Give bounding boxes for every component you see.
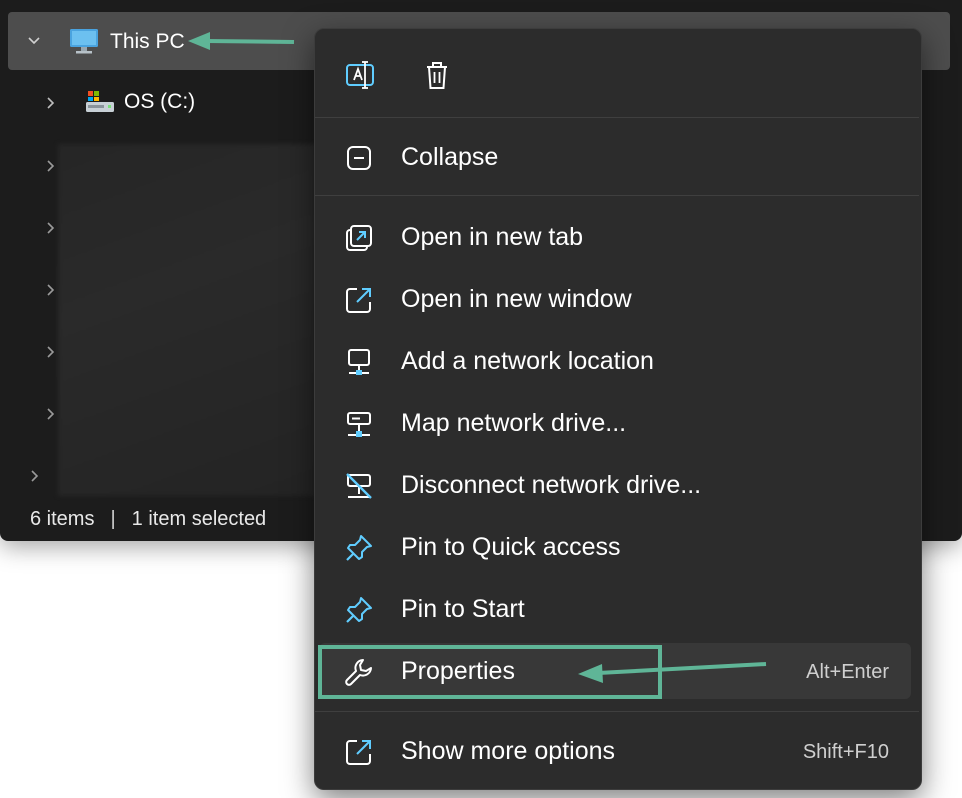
drive-icon <box>86 91 114 112</box>
menu-item-disconnect-network-drive[interactable]: Disconnect network drive... <box>319 457 911 513</box>
menu-item-properties[interactable]: Properties Alt+Enter <box>319 643 911 699</box>
tree-label-this-pc: This PC <box>110 30 185 53</box>
rename-icon <box>346 61 374 89</box>
menu-divider <box>315 117 919 118</box>
menu-item-label: Map network drive... <box>401 409 627 437</box>
menu-item-label: Collapse <box>401 143 499 171</box>
menu-item-open-new-window[interactable]: Open in new window <box>319 271 911 327</box>
menu-item-map-network-drive[interactable]: Map network drive... <box>319 395 911 451</box>
menu-item-label: Open in new window <box>401 285 632 313</box>
menu-item-label: Pin to Quick access <box>401 533 621 561</box>
rename-button[interactable] <box>341 55 381 95</box>
item-count: 6 items <box>30 508 95 530</box>
menu-item-label: Open in new tab <box>401 223 584 251</box>
map-drive-icon <box>347 412 371 437</box>
menu-item-show-more-options[interactable]: Show more options Shift+F10 <box>319 723 911 779</box>
delete-icon <box>427 62 447 89</box>
disconnect-drive-icon <box>346 473 372 499</box>
menu-item-label: Disconnect network drive... <box>401 471 702 499</box>
chevron-right-icon[interactable] <box>24 466 44 486</box>
menu-item-open-new-tab[interactable]: Open in new tab <box>319 209 911 265</box>
chevron-right-icon[interactable] <box>40 280 60 300</box>
delete-button[interactable] <box>417 55 457 95</box>
network-location-icon <box>348 349 370 375</box>
selection-count: 1 item selected <box>131 508 267 530</box>
context-menu: Collapse Open in new tab Open in new win… <box>314 28 922 790</box>
menu-item-label: Properties <box>401 657 515 685</box>
show-more-options-icon <box>346 740 371 765</box>
wrench-icon <box>345 659 372 686</box>
menu-item-add-network-location[interactable]: Add a network location <box>319 333 911 389</box>
tree-label-os-drive: OS (C:) <box>124 90 196 113</box>
chevron-right-icon[interactable] <box>40 342 60 362</box>
computer-icon <box>70 29 98 54</box>
menu-divider <box>315 195 919 196</box>
open-new-tab-icon <box>346 225 372 251</box>
collapse-icon <box>347 146 371 170</box>
menu-item-pin-quick-access[interactable]: Pin to Quick access <box>319 519 911 575</box>
pin-icon <box>346 597 372 623</box>
menu-item-shortcut: Alt+Enter <box>806 661 889 683</box>
menu-divider <box>315 711 919 712</box>
menu-item-label: Add a network location <box>401 347 654 375</box>
menu-item-label: Pin to Start <box>401 595 525 623</box>
status-bar: 6 items | 1 item selected <box>30 508 267 530</box>
menu-item-shortcut: Shift+F10 <box>802 741 889 763</box>
menu-item-pin-to-start[interactable]: Pin to Start <box>319 581 911 637</box>
chevron-down-icon[interactable] <box>24 31 44 51</box>
menu-item-label: Show more options <box>401 737 616 765</box>
blurred-tree-items <box>58 144 316 496</box>
chevron-right-icon[interactable] <box>40 93 60 113</box>
menu-item-collapse[interactable]: Collapse <box>319 129 911 185</box>
chevron-right-icon[interactable] <box>40 218 60 238</box>
pin-icon <box>346 535 372 561</box>
open-new-window-icon <box>346 288 371 313</box>
chevron-right-icon[interactable] <box>40 156 60 176</box>
chevron-right-icon[interactable] <box>40 404 60 424</box>
